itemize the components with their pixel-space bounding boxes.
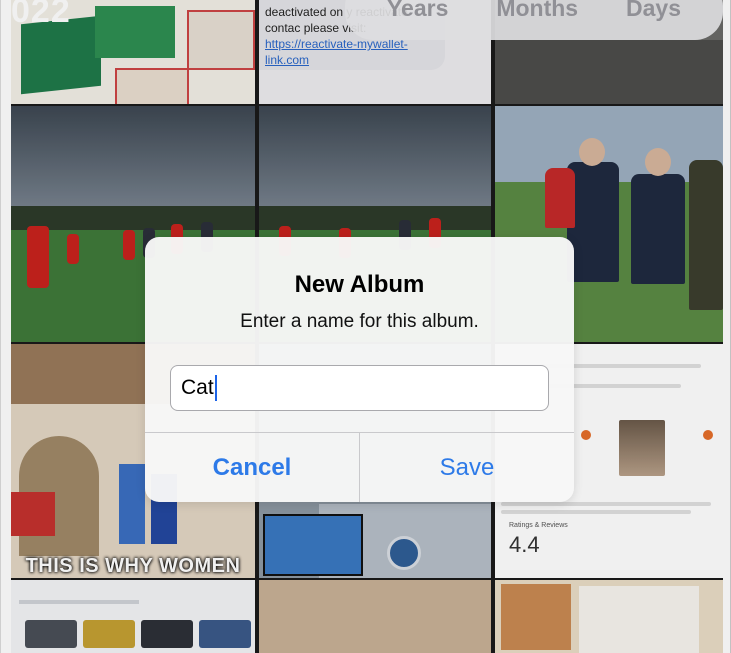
photos-library-view: 022 deactivated on y reactivate contac p… <box>0 0 731 653</box>
save-button[interactable]: Save <box>360 433 574 502</box>
dialog-title: New Album <box>294 271 425 298</box>
album-name-value: Cat <box>181 376 214 399</box>
dialog-message: Enter a name for this album. <box>240 311 479 332</box>
text-cursor <box>214 375 217 401</box>
album-name-input[interactable]: Cat <box>170 365 549 411</box>
cancel-button[interactable]: Cancel <box>145 433 359 502</box>
new-album-dialog: New Album Enter a name for this album. C… <box>145 237 574 502</box>
